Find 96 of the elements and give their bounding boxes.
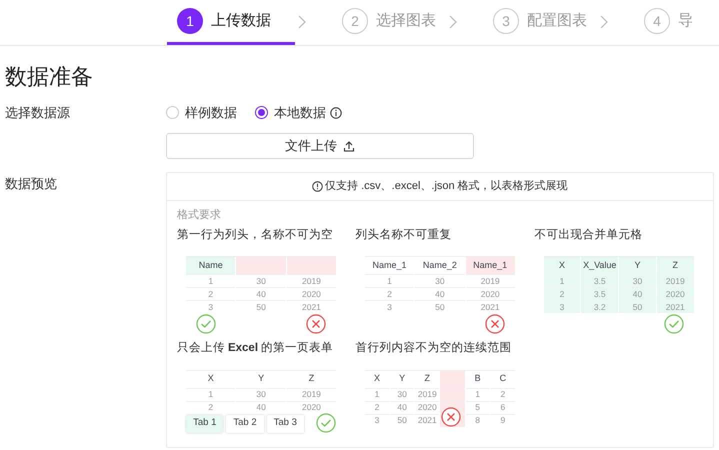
- table-cell: 2: [186, 400, 236, 414]
- table-cell: 8: [466, 414, 490, 426]
- example-title: 只会上传 Excel 的第一页表单: [176, 340, 334, 356]
- section-label: 格式要求: [176, 208, 222, 222]
- table-cell: 2020: [415, 400, 440, 414]
- table-cell: 2019: [286, 274, 336, 288]
- table-cell: 3: [186, 300, 236, 314]
- table-cell: 3.2: [581, 300, 618, 314]
- table-header-cell-text: X: [372, 372, 381, 386]
- table-cell: 2021: [286, 300, 336, 314]
- step-label: 导: [678, 10, 693, 31]
- table-cell: 2021: [415, 414, 440, 426]
- field-label: 选择数据源: [5, 104, 71, 122]
- format-note: 仅支持 .csv、.excel、.json 格式，以表格形式展现: [325, 178, 568, 194]
- sheet-tab[interactable]: Tab 2: [226, 414, 264, 432]
- table-cell: 5: [466, 400, 490, 414]
- table-cell: 30: [390, 388, 414, 400]
- table-header-cell-text: C: [498, 372, 508, 386]
- step-number: 1: [177, 8, 203, 34]
- chevron-icon: [599, 14, 609, 28]
- upload-icon: [343, 140, 355, 152]
- table-cell: 2020: [466, 287, 515, 300]
- table-header-cell-text: Z: [308, 372, 316, 386]
- table-cell: 1: [186, 388, 236, 400]
- table-cell: 50: [619, 300, 656, 314]
- field-label: 数据预览: [5, 174, 58, 192]
- table-cell: 2: [186, 287, 236, 300]
- table-header-cell-text: X: [558, 259, 566, 272]
- table-cell: 2020: [286, 287, 336, 300]
- table-cell: 50: [415, 300, 465, 314]
- table-cell: 2020: [656, 287, 694, 300]
- step-number: 3: [493, 8, 519, 34]
- table-cell: 2: [364, 287, 414, 300]
- table-header-cell-text: Y: [633, 259, 642, 272]
- radio-option[interactable]: 本地数据: [255, 103, 326, 122]
- table-header-cell-text: Y: [398, 372, 406, 386]
- table-cell: 3: [364, 414, 390, 426]
- table-cell: 40: [236, 400, 286, 414]
- table-cell: 40: [236, 287, 286, 300]
- upload-button[interactable]: 文件上传: [166, 132, 474, 158]
- table-cell: 6: [490, 400, 515, 414]
- table-cell: 2: [364, 400, 390, 414]
- chevron-icon: [448, 14, 458, 28]
- table-cell: 2019: [466, 274, 515, 288]
- table-cell: 30: [619, 274, 656, 288]
- table-cell: 40: [619, 287, 656, 300]
- table-header-cell-text: Y: [257, 372, 266, 386]
- table-header-cell-text: Name_1: [372, 259, 408, 272]
- example-title: 不可出现合并单元格: [534, 228, 642, 243]
- example-title: 第一行为列头，名称不可为空: [176, 227, 333, 243]
- table-header-cell: Name_1: [466, 257, 515, 274]
- step-number: 2: [342, 8, 368, 34]
- table-cell: 3.5: [581, 287, 618, 300]
- table-header-cell-text: X_Value: [582, 259, 618, 272]
- table-cell: 2019: [286, 388, 336, 400]
- table-cell: 3: [544, 300, 580, 314]
- table-cell: 9: [490, 414, 515, 426]
- table-cell: 1: [466, 388, 490, 400]
- table-cell: 40: [390, 400, 414, 414]
- table-header-cell-text: Z: [672, 259, 679, 272]
- table-cell: 50: [236, 300, 286, 314]
- table-cell: 1: [364, 388, 390, 400]
- table-cell: 50: [390, 414, 414, 426]
- table-cell: 1: [364, 274, 414, 288]
- sheet-tab[interactable]: Tab 1: [186, 414, 224, 432]
- table-cell: 1: [544, 274, 580, 288]
- step-tab[interactable]: 1 上传数据: [167, 0, 295, 45]
- sheet-tab[interactable]: Tab 3: [266, 414, 304, 432]
- step-label: 上传数据: [211, 10, 271, 31]
- table-cell: 2019: [656, 274, 694, 288]
- table-cell: 30: [236, 274, 286, 288]
- table-header-cell: Name: [186, 257, 236, 274]
- table-header-cell-text: Name_2: [422, 259, 458, 272]
- table-cell: 2021: [466, 300, 515, 314]
- step-number: 4: [644, 8, 670, 34]
- step-label: 选择图表: [376, 10, 436, 31]
- example-title: 首行列内容不为空的连续范围: [356, 340, 512, 356]
- chevron-icon: [297, 14, 307, 28]
- table-cell: 2: [544, 287, 580, 300]
- table-header-cell-text: Z: [424, 372, 432, 386]
- table-cell: 1: [186, 274, 236, 288]
- page-title: 数据准备: [5, 63, 94, 91]
- table-cell: 3: [364, 300, 414, 314]
- info-icon: [312, 180, 324, 192]
- table-cell: 3.5: [581, 274, 618, 288]
- table-cell: 40: [415, 287, 465, 300]
- radio-option[interactable]: 样例数据: [166, 103, 237, 122]
- table-header-cell-text: X: [206, 372, 215, 386]
- table-cell: 2019: [415, 388, 440, 400]
- step-label: 配置图表: [527, 10, 587, 31]
- example-title: 列头名称不可重复: [356, 228, 452, 243]
- table-cell: 2: [490, 388, 515, 400]
- table-header-cell-text: B: [474, 372, 482, 386]
- table-cell: 30: [415, 274, 465, 288]
- table-cell: 2021: [656, 300, 694, 314]
- table-cell: 30: [236, 388, 286, 400]
